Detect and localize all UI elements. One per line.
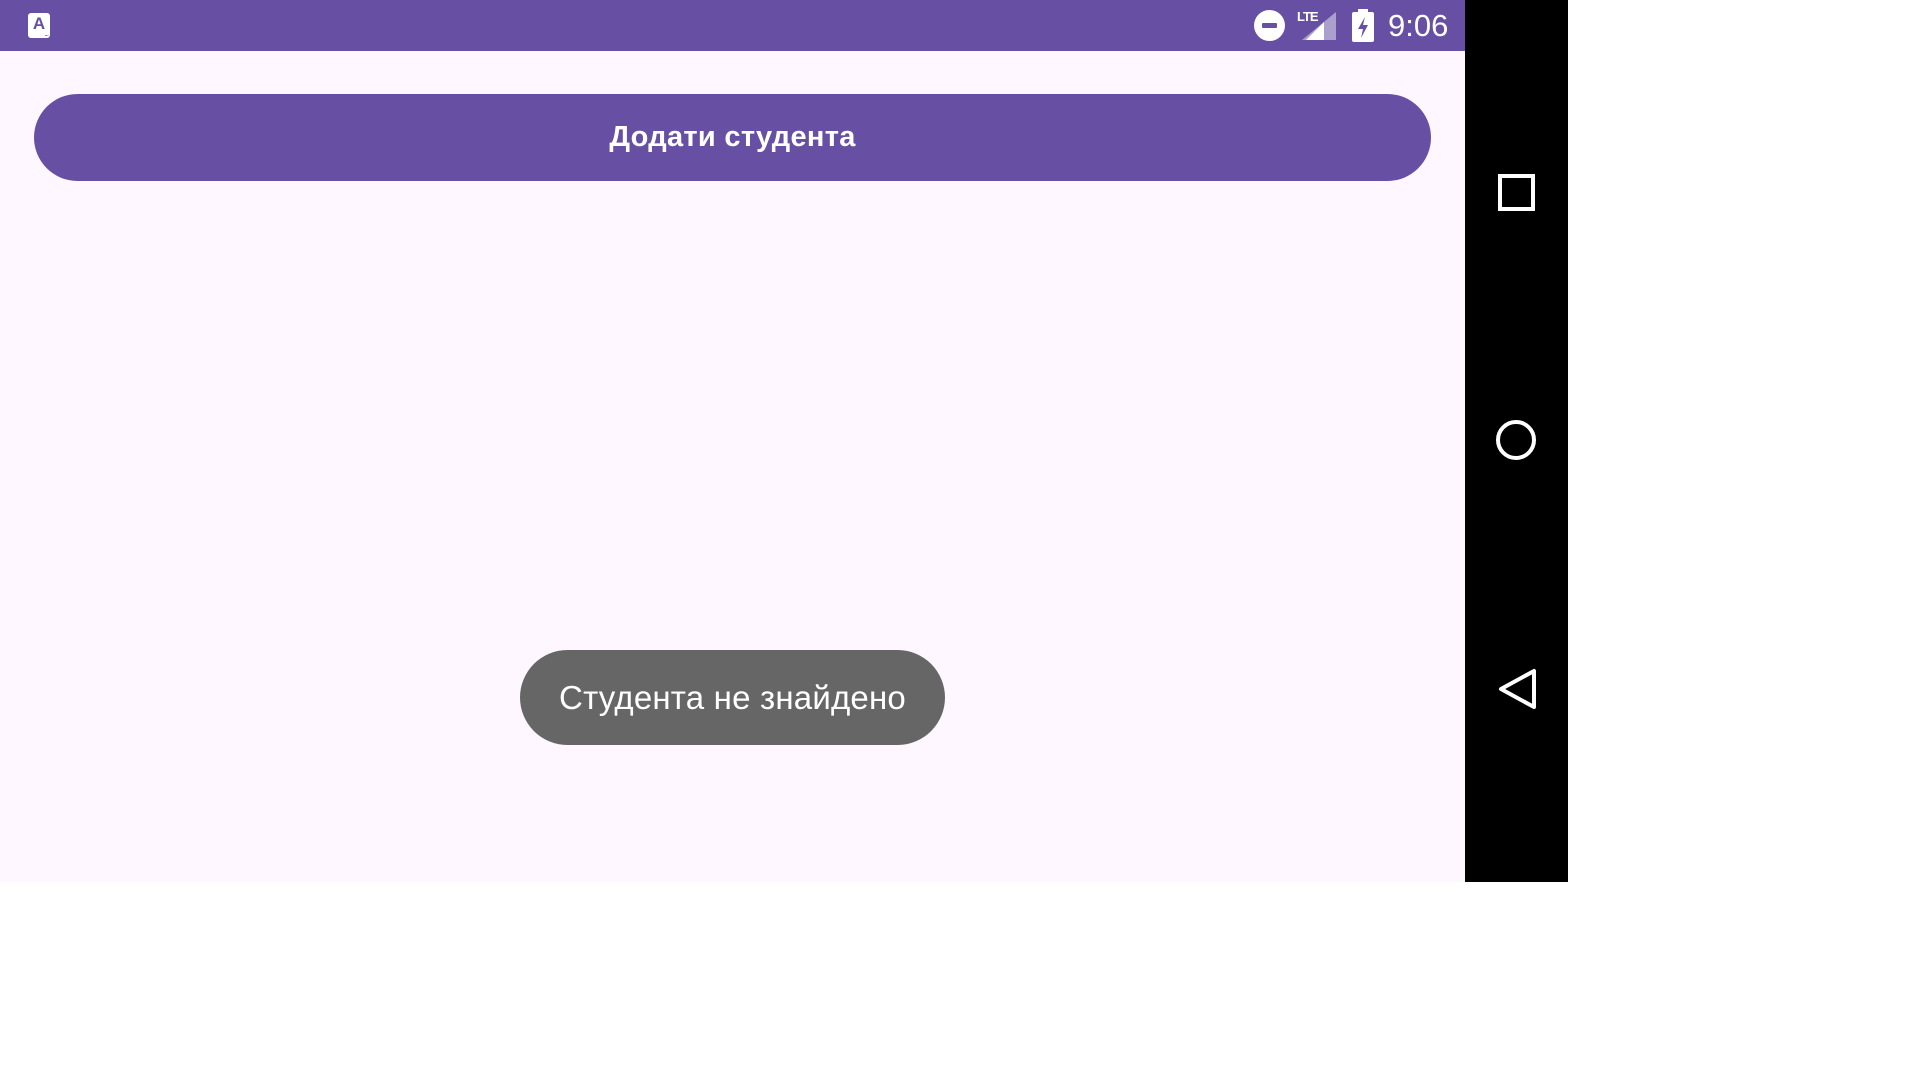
status-clock: 9:06 [1388, 8, 1449, 43]
back-icon[interactable] [1481, 653, 1553, 725]
device-screen: A ... LTE 9:06 Додати студента Студента … [0, 0, 1568, 882]
signal-icon [1302, 12, 1336, 40]
app-content-area: A ... LTE 9:06 Додати студента Студента … [0, 0, 1465, 882]
add-student-button[interactable]: Додати студента [34, 94, 1431, 181]
status-bar: A ... LTE 9:06 [0, 0, 1465, 51]
home-icon[interactable] [1481, 404, 1553, 476]
toast-message: Студента не знайдено [520, 650, 945, 745]
app-notification-icon: A ... [28, 13, 50, 38]
recents-icon[interactable] [1481, 156, 1553, 228]
toast-text: Студента не знайдено [559, 678, 906, 716]
do-not-disturb-icon [1254, 10, 1285, 41]
app-notification-dots: ... [44, 29, 49, 38]
battery-charging-icon [1352, 9, 1374, 42]
